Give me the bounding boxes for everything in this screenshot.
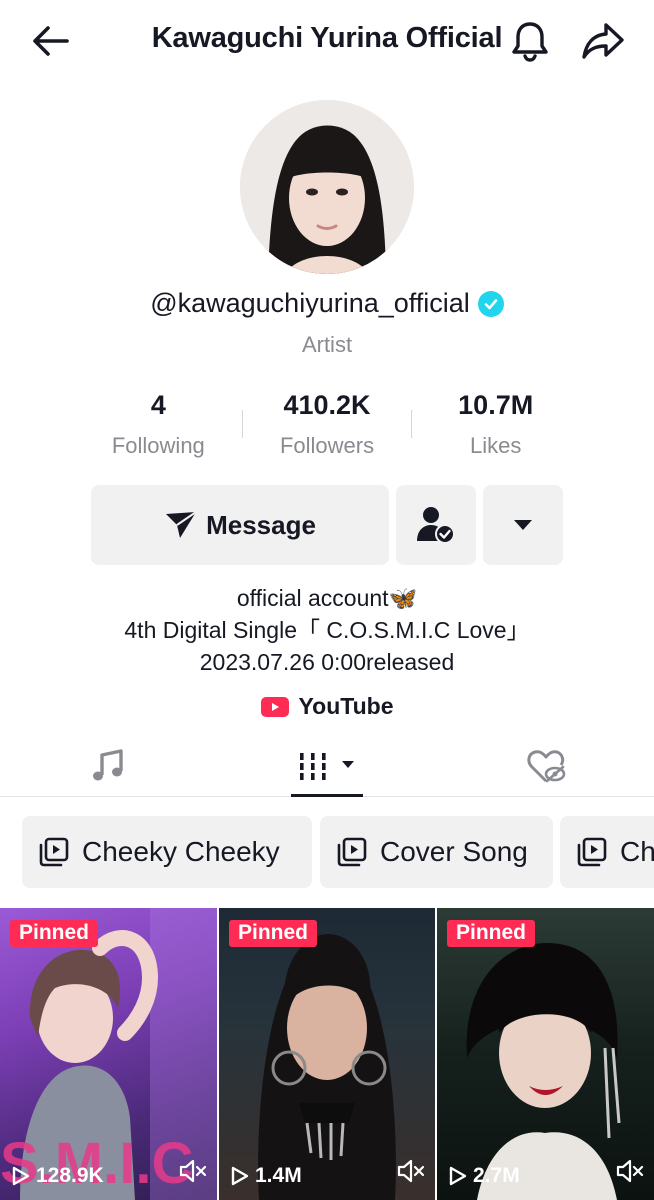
youtube-link-label: YouTube: [298, 693, 394, 719]
pinned-badge: Pinned: [447, 920, 536, 947]
playlist-row: Cheeky Cheeky Cover Song Ch: [22, 816, 654, 888]
playlist-icon: [39, 837, 69, 867]
stat-value: 10.7M: [458, 390, 534, 420]
tab-liked-hidden[interactable]: [508, 735, 584, 797]
mute-button[interactable]: [397, 1159, 425, 1188]
tab-videos[interactable]: [287, 735, 367, 797]
video-grid: S.M.I.C Pinned 128.9K Pinned 1.4M Pinned…: [0, 908, 654, 1200]
username: @kawaguchiyurina_official: [150, 288, 470, 318]
friend-status-button[interactable]: [396, 485, 476, 565]
view-count: 2.7M: [449, 1164, 520, 1188]
stat-followers[interactable]: 410.2K Followers: [243, 390, 412, 470]
muted-speaker-icon: [616, 1159, 644, 1183]
user-check-icon: [417, 507, 455, 544]
profile-bio: official account🦋 4th Digital Single「 C.…: [0, 582, 654, 678]
caret-down-icon: [514, 520, 532, 530]
videos-grid-icon: [298, 753, 354, 780]
bell-icon: [512, 22, 548, 62]
message-button[interactable]: Message: [91, 485, 389, 565]
view-count-value: 128.9K: [36, 1164, 104, 1187]
playlist-chip[interactable]: Cheeky Cheeky: [22, 816, 312, 888]
mute-button[interactable]: [616, 1159, 644, 1188]
view-count-value: 2.7M: [473, 1164, 520, 1187]
pinned-badge: Pinned: [10, 920, 99, 947]
music-note-icon: [93, 749, 123, 781]
youtube-icon: [260, 696, 289, 717]
top-bar: Kawaguchi Yurina Official: [0, 0, 654, 80]
video-thumbnail: [466, 943, 621, 1200]
stat-likes[interactable]: 10.7M Likes: [411, 390, 580, 470]
playlist-label: Cover Song: [380, 836, 528, 867]
view-count: 128.9K: [12, 1164, 104, 1188]
active-tab-indicator: [291, 794, 363, 797]
playlist-icon: [337, 837, 367, 867]
muted-speaker-icon: [179, 1159, 207, 1183]
verified-badge-icon: [477, 290, 504, 317]
playlist-icon: [577, 837, 607, 867]
liked-hidden-heart-icon: [527, 750, 566, 783]
stat-divider: [411, 410, 412, 438]
account-category: Artist: [301, 332, 353, 357]
play-outline-icon: [12, 1166, 30, 1186]
play-outline-icon: [449, 1166, 467, 1186]
stat-label: Likes: [470, 433, 522, 458]
profile-stats: 4 Following 410.2K Followers 10.7M Likes: [74, 390, 580, 470]
bio-line: 2023.07.26 0:00released: [199, 649, 455, 675]
bio-line: official account🦋: [236, 585, 418, 611]
muted-speaker-icon: [397, 1159, 425, 1183]
view-count-value: 1.4M: [255, 1164, 302, 1187]
video-thumbnail: [258, 933, 396, 1200]
avatar-portrait-image: [240, 100, 414, 274]
playlist-label: Cheeky Cheeky: [82, 836, 280, 867]
video-thumbnail: S.M.I.C: [0, 908, 217, 1200]
tab-music[interactable]: [70, 735, 146, 797]
stat-value: 410.2K: [283, 390, 371, 420]
message-label: Message: [206, 509, 316, 540]
mute-button[interactable]: [179, 1159, 207, 1188]
paper-plane-icon: [166, 511, 197, 538]
video-tile[interactable]: Pinned 1.4M: [219, 908, 435, 1200]
stat-following[interactable]: 4 Following: [74, 390, 243, 470]
stat-divider: [242, 410, 243, 438]
play-outline-icon: [231, 1166, 249, 1186]
pinned-badge: Pinned: [229, 920, 318, 947]
notification-bell-button[interactable]: [505, 16, 555, 66]
playlist-chip[interactable]: Ch: [560, 816, 654, 888]
share-button[interactable]: [578, 16, 628, 66]
avatar[interactable]: [240, 100, 414, 274]
video-tile[interactable]: S.M.I.C Pinned 128.9K: [0, 908, 217, 1200]
view-count: 1.4M: [231, 1164, 302, 1188]
stat-label: Following: [111, 433, 205, 458]
stat-label: Followers: [279, 433, 375, 458]
share-arrow-icon: [582, 23, 624, 59]
video-tile[interactable]: Pinned 2.7M: [437, 908, 654, 1200]
youtube-link[interactable]: YouTube: [0, 693, 654, 720]
more-options-button[interactable]: [483, 485, 563, 565]
stat-value: 4: [150, 390, 166, 420]
bio-line: 4th Digital Single「 C.O.S.M.I.C Love」: [124, 617, 530, 643]
playlist-label: Ch: [620, 836, 654, 867]
content-tabs: [0, 735, 654, 797]
page-title: Kawaguchi Yurina Official: [151, 22, 503, 54]
playlist-chip[interactable]: Cover Song: [320, 816, 553, 888]
username-row: @kawaguchiyurina_official: [0, 288, 654, 319]
